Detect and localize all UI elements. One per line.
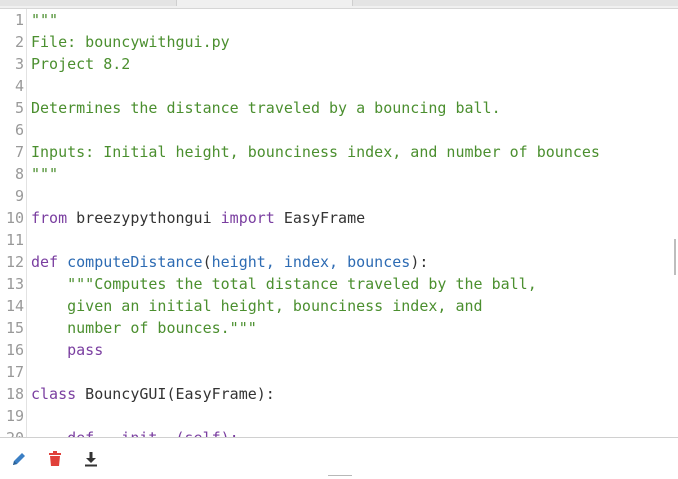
code-text: from breezypythongui import EasyFrame xyxy=(31,207,365,229)
code-text: Inputs: Initial height, bounciness index… xyxy=(31,141,600,163)
code-line[interactable]: 6 xyxy=(0,119,676,141)
line-number: 2 xyxy=(14,33,24,51)
bottom-toolbar xyxy=(0,437,678,479)
code-text: pass xyxy=(31,339,103,361)
line-number: 15 xyxy=(5,319,24,337)
code-text: def __init__(self): xyxy=(31,427,239,437)
code-line[interactable]: 10 from breezypythongui import EasyFrame xyxy=(0,207,676,229)
code-token: File: bouncywithgui.py xyxy=(31,33,230,51)
code-token: EasyFrame xyxy=(274,209,366,227)
download-icon xyxy=(85,452,97,467)
line-number: 17 xyxy=(5,363,24,381)
code-line[interactable]: 8 """ xyxy=(0,163,676,185)
code-text: """Computes the total distance traveled … xyxy=(31,273,537,295)
code-token: pass xyxy=(67,341,104,359)
code-text: Project 8.2 xyxy=(31,53,130,75)
code-token: height, index, bounces xyxy=(211,253,411,271)
code-line[interactable]: 12 def computeDistance(height, index, bou… xyxy=(0,251,676,273)
code-text: def computeDistance(height, index, bounc… xyxy=(31,251,428,273)
code-token: """Computes the total distance traveled … xyxy=(31,275,537,293)
line-number: 1 xyxy=(14,11,24,29)
code-text: """ xyxy=(31,163,58,185)
resize-grip[interactable] xyxy=(328,475,352,479)
code-token: import xyxy=(220,209,275,227)
code-token: """ xyxy=(31,11,59,29)
code-text: class BouncyGUI(EasyFrame): xyxy=(31,383,275,405)
line-number: 8 xyxy=(14,165,24,183)
line-number: 12 xyxy=(5,253,24,271)
code-token: BouncyGUI(EasyFrame): xyxy=(76,385,275,403)
line-number: 4 xyxy=(14,77,24,95)
code-token: given an initial height, bounciness inde… xyxy=(31,297,483,315)
code-token: computeDistance xyxy=(67,253,203,271)
code-line[interactable]: 16 pass xyxy=(0,339,676,361)
tab-left[interactable] xyxy=(0,0,177,6)
code-line[interactable]: 4 xyxy=(0,75,676,97)
code-line[interactable]: 7 Inputs: Initial height, bounciness inde… xyxy=(0,141,676,163)
code-line[interactable]: 19 xyxy=(0,405,676,427)
line-number: 20 xyxy=(0,427,24,437)
line-number: 10 xyxy=(5,209,24,227)
line-number: 18 xyxy=(5,385,24,403)
code-text: Determines the distance traveled by a bo… xyxy=(31,97,501,119)
tab-bar xyxy=(0,0,678,9)
code-line[interactable]: 1 """ xyxy=(0,9,676,31)
code-line[interactable]: 15 number of bounces.""" xyxy=(0,317,676,339)
code-token: """ xyxy=(31,165,59,183)
edit-button[interactable] xyxy=(8,448,30,470)
code-line[interactable]: 2 File: bouncywithgui.py xyxy=(0,31,676,53)
line-number: 7 xyxy=(14,143,24,161)
code-token: breezypythongui xyxy=(67,209,221,227)
code-token: from xyxy=(31,209,68,227)
line-number: 11 xyxy=(5,231,24,249)
code-token: Determines the distance traveled by a bo… xyxy=(31,99,501,117)
code-line[interactable]: 17 xyxy=(0,361,676,383)
code-line[interactable]: 11 xyxy=(0,229,676,251)
code-line[interactable]: 13 """Computes the total distance travel… xyxy=(0,273,676,295)
code-token: number of bounces.""" xyxy=(31,319,257,337)
code-token: def __init__(self): xyxy=(31,429,239,437)
code-line[interactable]: 14 given an initial height, bounciness i… xyxy=(0,295,676,317)
line-number: 13 xyxy=(5,275,24,293)
line-number: 16 xyxy=(5,341,24,359)
code-line[interactable]: 20 def __init__(self): xyxy=(0,427,676,437)
code-text: """ xyxy=(31,9,58,31)
code-text: given an initial height, bounciness inde… xyxy=(31,295,483,317)
code-token: Inputs: Initial height, bounciness index… xyxy=(31,143,600,161)
line-number: 19 xyxy=(5,407,24,425)
code-token: ): xyxy=(410,253,429,271)
code-token: def xyxy=(31,253,59,271)
line-number: 9 xyxy=(14,187,24,205)
line-number: 6 xyxy=(14,121,24,139)
code-line[interactable]: 3 Project 8.2 xyxy=(0,53,676,75)
tab-right[interactable] xyxy=(352,0,678,6)
code-line[interactable]: 18 class BouncyGUI(EasyFrame): xyxy=(0,383,676,405)
code-line[interactable]: 9 xyxy=(0,185,676,207)
line-number: 14 xyxy=(5,297,24,315)
code-editor[interactable]: 1 """ 2 File: bouncywithgui.py 3 Project 8.2 4… xyxy=(0,9,676,437)
trash-icon xyxy=(49,451,61,466)
code-token: Project 8.2 xyxy=(31,55,131,73)
code-line[interactable]: 5 Determines the distance traveled by a b… xyxy=(0,97,676,119)
download-button[interactable] xyxy=(80,448,102,470)
app-window: 1 """ 2 File: bouncywithgui.py 3 Project 8.2 4… xyxy=(0,0,678,479)
code-text: number of bounces.""" xyxy=(31,317,257,339)
code-text: File: bouncywithgui.py xyxy=(31,31,230,53)
code-token: class xyxy=(31,385,77,403)
line-number: 5 xyxy=(14,99,24,117)
code-token: ( xyxy=(202,253,212,271)
pencil-icon xyxy=(13,453,25,465)
delete-button[interactable] xyxy=(44,448,66,470)
line-number: 3 xyxy=(14,55,24,73)
